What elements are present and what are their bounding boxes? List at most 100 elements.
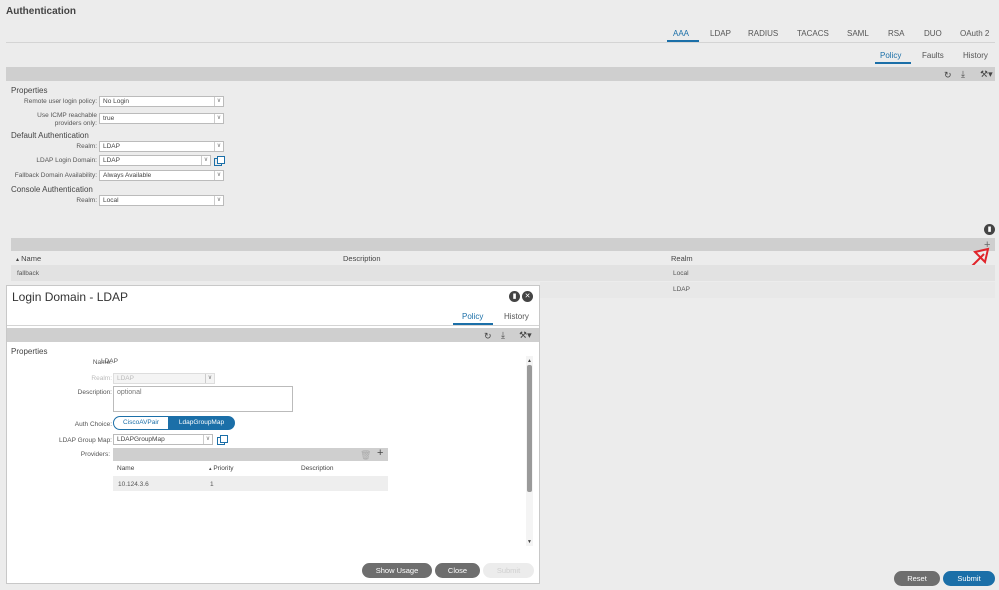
- dialog-name-value: LDAP: [101, 358, 118, 365]
- tab-aaa[interactable]: AAA: [673, 29, 689, 38]
- console-realm-select[interactable]: Local ∨: [99, 195, 224, 206]
- chevron-down-icon: ∨: [214, 196, 223, 205]
- add-provider-icon[interactable]: +: [377, 448, 383, 459]
- auth-choice-label: Auth Choice:: [74, 421, 112, 428]
- subtab-policy[interactable]: Policy: [880, 51, 901, 60]
- domains-toolbar: [11, 238, 995, 251]
- ldap-domain-select[interactable]: LDAP ∨: [99, 155, 211, 166]
- provider-priority: 1: [210, 481, 214, 488]
- tools-icon[interactable]: ⚒▾: [980, 69, 993, 79]
- icmp-value: true: [103, 115, 115, 122]
- row-realm: Local: [673, 270, 689, 277]
- tab-rsa[interactable]: RSA: [888, 29, 904, 38]
- ldap-domain-label: LDAP Login Domain:: [36, 157, 97, 164]
- description-textarea[interactable]: optional: [113, 386, 293, 412]
- group-map-value: LDAPGroupMap: [117, 436, 165, 443]
- dialog-tab-history[interactable]: History: [504, 312, 529, 321]
- auth-choice-ldapgroupmap[interactable]: LdapGroupMap: [168, 416, 235, 430]
- header-divider: [6, 42, 995, 43]
- refresh-icon[interactable]: ↻: [484, 331, 492, 341]
- bookmark-icon[interactable]: ▮: [984, 224, 995, 235]
- submit-button[interactable]: Submit: [943, 571, 995, 586]
- row-realm: LDAP: [673, 286, 690, 293]
- login-domain-dialog: Login Domain - LDAP ▮ ✕ Policy History ↻…: [6, 285, 540, 584]
- providers-col-description[interactable]: Description: [301, 465, 334, 472]
- fallback-value: Always Available: [103, 172, 152, 179]
- table-row[interactable]: [113, 476, 388, 491]
- providers-label: Providers:: [80, 451, 110, 458]
- chevron-down-icon: ∨: [201, 156, 210, 165]
- download-icon[interactable]: ⤓: [501, 330, 505, 340]
- group-map-select[interactable]: LDAPGroupMap ∨: [113, 434, 213, 445]
- realm-label: Realm:: [76, 143, 97, 150]
- dialog-submit-button[interactable]: Submit: [483, 563, 534, 578]
- subtab-faults[interactable]: Faults: [922, 51, 944, 60]
- table-row[interactable]: [11, 265, 995, 281]
- dialog-description-label: Description:: [77, 389, 112, 396]
- scroll-down-icon[interactable]: ▼: [527, 537, 532, 547]
- icmp-label-line1: Use ICMP reachable: [37, 112, 97, 119]
- tab-aaa-underline: [667, 40, 699, 42]
- console-auth-heading: Console Authentication: [11, 185, 93, 194]
- row-name: fallback: [17, 270, 40, 277]
- dialog-realm-select: LDAP ∨: [113, 373, 215, 384]
- fallback-select[interactable]: Always Available ∨: [99, 170, 224, 181]
- chevron-down-icon: ∨: [214, 114, 223, 123]
- dialog-bookmark-icon[interactable]: ▮: [509, 291, 520, 302]
- chevron-down-icon: ∨: [214, 97, 223, 106]
- icmp-label-line2: providers only:: [54, 120, 97, 127]
- providers-col-name[interactable]: Name: [117, 465, 134, 472]
- providers-toolbar: [113, 448, 388, 461]
- icmp-select[interactable]: true ∨: [99, 113, 224, 124]
- sort-asc-icon: ▴: [209, 466, 212, 472]
- dialog-title: Login Domain - LDAP: [12, 290, 129, 304]
- subtab-history[interactable]: History: [963, 51, 988, 60]
- chevron-down-icon: ∨: [214, 171, 223, 180]
- dialog-realm-value: LDAP: [117, 375, 134, 382]
- dialog-close-button[interactable]: Close: [435, 563, 480, 578]
- tools-icon[interactable]: ⚒▾: [519, 330, 532, 340]
- default-auth-heading: Default Authentication: [11, 131, 89, 140]
- show-usage-button[interactable]: Show Usage: [362, 563, 432, 578]
- reset-button[interactable]: Reset: [894, 571, 940, 586]
- auth-choice-ciscoavpair[interactable]: CiscoAVPair: [113, 416, 169, 430]
- open-group-map-icon[interactable]: [217, 435, 228, 445]
- dialog-divider: [7, 325, 539, 326]
- tab-radius[interactable]: RADIUS: [748, 29, 778, 38]
- col-name-header[interactable]: ▴ Name: [16, 254, 41, 263]
- tab-oauth2[interactable]: OAuth 2: [960, 29, 989, 38]
- provider-name: 10.124.3.6: [118, 481, 149, 488]
- download-icon[interactable]: ⤓: [961, 69, 965, 79]
- open-ldap-domain-icon[interactable]: [214, 156, 225, 166]
- providers-col-priority[interactable]: ▴ Priority: [209, 465, 234, 472]
- remote-login-value: No Login: [103, 98, 130, 105]
- realm-value: LDAP: [103, 143, 120, 150]
- tab-duo[interactable]: DUO: [924, 29, 942, 38]
- dialog-close-icon[interactable]: ✕: [522, 291, 533, 302]
- page-title: Authentication: [6, 6, 76, 17]
- realm-select[interactable]: LDAP ∨: [99, 141, 224, 152]
- console-realm-label: Realm:: [76, 197, 97, 204]
- dialog-properties-heading: Properties: [11, 347, 48, 356]
- dialog-tab-policy[interactable]: Policy: [462, 312, 483, 321]
- ldap-domain-value: LDAP: [103, 157, 120, 164]
- subtab-policy-underline: [875, 62, 911, 64]
- dialog-toolbar: [7, 328, 539, 342]
- col-realm-header[interactable]: Realm: [671, 254, 693, 263]
- chevron-down-icon: ∨: [203, 435, 212, 444]
- dialog-realm-label: Realm:: [91, 375, 112, 382]
- tab-tacacs[interactable]: TACACS: [797, 29, 829, 38]
- sort-asc-icon: ▴: [16, 257, 20, 263]
- policy-toolbar: [6, 67, 995, 81]
- delete-icon[interactable]: 🗑: [360, 450, 371, 460]
- chevron-down-icon: ∨: [205, 374, 214, 383]
- col-description-header[interactable]: Description: [343, 254, 381, 263]
- refresh-icon[interactable]: ↻: [944, 70, 952, 80]
- tab-saml[interactable]: SAML: [847, 29, 869, 38]
- tab-ldap[interactable]: LDAP: [710, 29, 731, 38]
- scrollbar-thumb[interactable]: [527, 365, 532, 492]
- remote-login-select[interactable]: No Login ∨: [99, 96, 224, 107]
- fallback-label: Fallback Domain Availability:: [14, 172, 97, 179]
- remote-login-label: Remote user login policy:: [24, 98, 97, 105]
- table-row[interactable]: [540, 282, 995, 298]
